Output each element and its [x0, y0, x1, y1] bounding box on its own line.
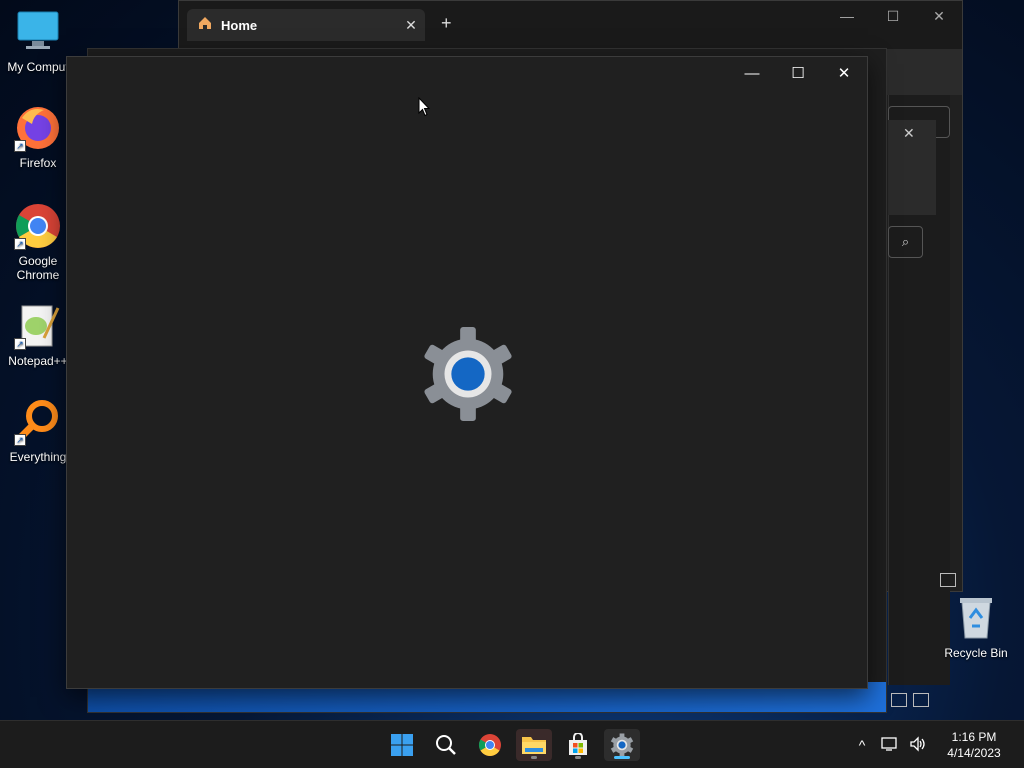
desktop-icon-my-computer[interactable]: My Comput: [0, 8, 76, 74]
active-indicator: [614, 756, 630, 759]
desktop-icon-label: My Comput: [7, 60, 69, 74]
desktop-icon-label: Firefox: [19, 156, 57, 170]
start-icon: [391, 734, 413, 756]
settings-icon: [610, 733, 634, 757]
volume-icon[interactable]: [904, 735, 932, 755]
desktop-icon-firefox[interactable]: ↗ Firefox: [0, 104, 76, 170]
notepadpp-icon: ↗: [14, 302, 62, 350]
taskbar-chrome[interactable]: [472, 729, 508, 761]
desktop-icon-label: Everything: [9, 450, 67, 464]
close-button[interactable]: ✕: [821, 57, 867, 89]
mouse-cursor-icon: [418, 96, 431, 117]
start-button[interactable]: [384, 729, 420, 761]
desktop-icon-recycle-bin[interactable]: Recycle Bin: [940, 596, 1012, 660]
monitor-icon: [14, 8, 62, 56]
firefox-icon: ↗: [14, 104, 62, 152]
desktop-icon-chrome[interactable]: ↗ Google Chrome: [0, 202, 76, 282]
background-dialog-close-button[interactable]: ✕: [903, 125, 915, 142]
tray-overflow-chevron-icon[interactable]: ^: [848, 737, 876, 753]
desktop-icon-notepadpp[interactable]: ↗ Notepad++: [0, 302, 76, 368]
minimize-button[interactable]: —: [824, 1, 870, 31]
tiles-view-icon[interactable]: [913, 693, 929, 707]
chrome-icon: [479, 734, 501, 756]
settings-window-controls: — ☐ ✕: [729, 57, 867, 89]
desktop-icon-label: Notepad++: [8, 354, 68, 368]
details-view-icon[interactable]: [940, 573, 956, 587]
tab-close-button[interactable]: ✕: [397, 17, 425, 34]
shortcut-arrow-icon: ↗: [14, 434, 26, 446]
tab-label: Home: [221, 17, 258, 33]
network-icon[interactable]: [876, 736, 904, 755]
desktop-icon-everything[interactable]: ↗ Everything: [0, 398, 76, 464]
shortcut-arrow-icon: ↗: [14, 238, 26, 250]
maximize-button[interactable]: ☐: [775, 57, 821, 89]
clock[interactable]: 1:16 PM 4/14/2023: [932, 729, 1016, 761]
file-explorer-icon: [522, 737, 546, 754]
explorer-tab-bar: Home ✕ + — ☐ ✕: [179, 1, 962, 49]
running-indicator: [575, 756, 581, 759]
taskbar-settings[interactable]: [604, 729, 640, 761]
recycle-bin-label: Recycle Bin: [944, 646, 1008, 660]
settings-window: — ☐ ✕: [66, 56, 868, 689]
taskbar-search-button[interactable]: [428, 729, 464, 761]
taskbar-microsoft-store[interactable]: [560, 729, 596, 761]
taskbar-file-explorer[interactable]: [516, 729, 552, 761]
explorer-window-controls: — ☐ ✕: [824, 1, 962, 31]
clock-date: 4/14/2023: [947, 746, 1001, 760]
clock-time: 1:16 PM: [951, 730, 997, 744]
everything-search-icon: ↗: [14, 398, 62, 446]
shortcut-arrow-icon: ↗: [14, 140, 26, 152]
close-button[interactable]: ✕: [916, 1, 962, 31]
settings-gear-icon: [419, 325, 517, 423]
minimize-button[interactable]: —: [729, 57, 775, 89]
tab-home[interactable]: Home ✕: [187, 9, 425, 41]
running-indicator: [531, 756, 537, 759]
list-view-icon[interactable]: [891, 693, 907, 707]
chrome-icon: ↗: [14, 202, 62, 250]
home-icon: [197, 15, 213, 36]
recycle-bin-icon: [956, 596, 996, 640]
desktop-icon-label: Google Chrome: [16, 254, 60, 282]
microsoft-store-icon: [569, 733, 587, 755]
taskbar: ^ 1:16 PM 4/14/2023: [0, 720, 1024, 768]
new-tab-button[interactable]: +: [441, 13, 452, 34]
system-tray: ^ 1:16 PM 4/14/2023: [848, 721, 1024, 768]
background-search-button[interactable]: ⌕: [888, 226, 923, 258]
maximize-button[interactable]: ☐: [870, 1, 916, 31]
search-icon: [436, 735, 456, 755]
shortcut-arrow-icon: ↗: [14, 338, 26, 350]
search-icon: ⌕: [901, 234, 910, 249]
